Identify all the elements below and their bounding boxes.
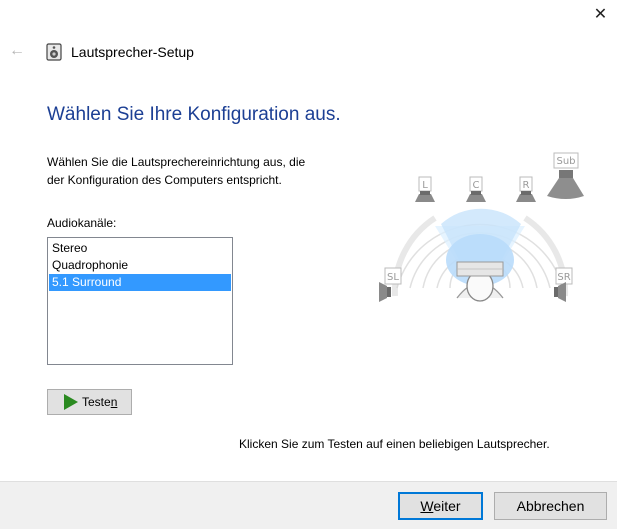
close-button[interactable]: ✕ [584, 0, 617, 28]
play-icon [64, 394, 78, 410]
speaker-center-icon[interactable] [466, 191, 486, 202]
test-hint: Klicken Sie zum Testen auf einen beliebi… [239, 437, 550, 451]
speaker-app-icon [46, 43, 62, 61]
next-button[interactable]: Weiter [398, 492, 483, 520]
speaker-surround-left-icon[interactable] [379, 282, 391, 302]
speaker-label-center: C [473, 180, 480, 191]
speaker-label-front-right: R [523, 180, 530, 191]
audio-channels-listbox[interactable]: Stereo Quadrophonie 5.1 Surround [47, 237, 233, 365]
back-button[interactable]: ← [6, 40, 28, 62]
list-item-stereo[interactable]: Stereo [49, 240, 231, 257]
description-line: der Konfiguration des Computers entspric… [47, 173, 282, 187]
cancel-button[interactable]: Abbrechen [494, 492, 607, 520]
speaker-label-surround-left: SL [387, 272, 399, 283]
speaker-label-surround-right: SR [557, 272, 570, 283]
speaker-diagram: L C R Sub SL SR [379, 152, 584, 302]
list-item-quadrophonie[interactable]: Quadrophonie [49, 257, 231, 274]
speaker-label-front-left: L [422, 180, 428, 191]
page-heading: Wählen Sie Ihre Konfiguration aus. [47, 104, 341, 125]
description: Wählen Sie die Lautsprechereinrichtung a… [47, 153, 347, 189]
window-title: Lautsprecher-Setup [71, 44, 194, 60]
close-icon: ✕ [593, 6, 608, 23]
audio-channels-label: Audiokanäle: [47, 216, 117, 230]
back-arrow-icon: ← [9, 42, 25, 59]
speaker-front-right-icon[interactable] [516, 191, 536, 202]
description-line: Wählen Sie die Lautsprechereinrichtung a… [47, 155, 306, 169]
list-item-5-1-surround[interactable]: 5.1 Surround [49, 274, 231, 291]
next-button-label: Weiter [420, 498, 461, 514]
speaker-label-subwoofer: Sub [556, 156, 575, 167]
test-button-label: Testen [82, 395, 118, 409]
speaker-front-left-icon[interactable] [415, 191, 435, 202]
subwoofer-icon[interactable] [547, 170, 584, 199]
test-button[interactable]: Testen [47, 389, 132, 415]
speaker-surround-right-icon[interactable] [554, 282, 566, 302]
